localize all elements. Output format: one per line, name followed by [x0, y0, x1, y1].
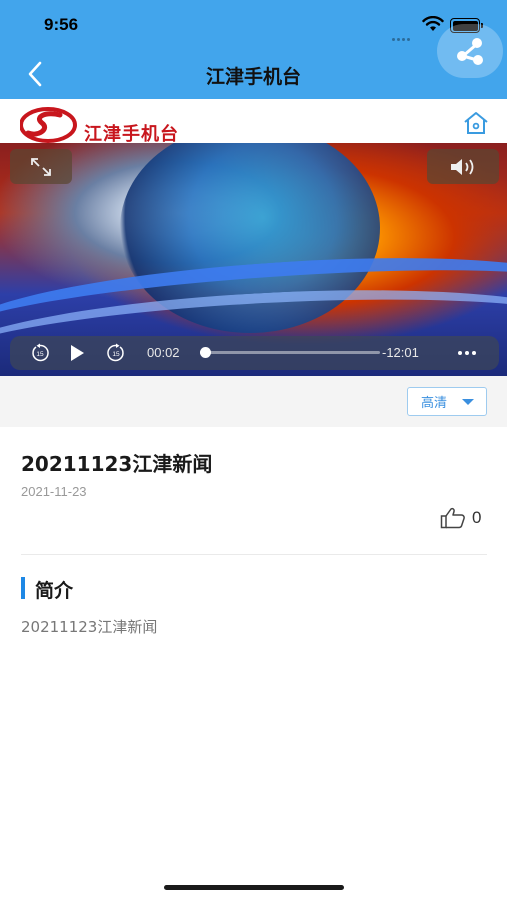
current-time: 00:02	[147, 345, 180, 360]
remaining-time: -12:01	[382, 345, 419, 360]
page-title: 江津手机台	[205, 66, 301, 88]
wifi-icon	[422, 16, 444, 31]
section-accent-bar	[21, 577, 25, 599]
status-time: 9:56	[44, 15, 79, 34]
brand-logo	[20, 107, 77, 143]
rewind-15-icon: 15	[32, 343, 49, 362]
forward-button[interactable]: 15	[104, 336, 128, 370]
play-icon	[71, 345, 84, 361]
volume-button[interactable]	[427, 149, 499, 184]
caret-down-icon	[462, 399, 474, 405]
svg-text:15: 15	[112, 351, 120, 358]
quality-label: 高清	[421, 396, 448, 411]
news-date: 2021-11-23	[21, 484, 87, 499]
like-count: 0	[472, 508, 482, 527]
like-button[interactable]: 0	[440, 506, 490, 530]
svg-text:15: 15	[36, 351, 44, 358]
home-indicator[interactable]	[164, 885, 344, 890]
home-icon	[464, 112, 488, 134]
fullscreen-icon	[31, 157, 51, 176]
news-title: 20211123江津新闻	[21, 452, 213, 476]
progress-bar[interactable]	[200, 347, 380, 358]
share-button[interactable]	[437, 24, 503, 78]
progress-knob[interactable]	[200, 347, 212, 358]
more-icon	[472, 351, 476, 355]
signal-icon	[392, 26, 416, 41]
more-icon	[465, 351, 469, 355]
share-icon	[457, 38, 483, 65]
intro-heading: 简介	[35, 580, 74, 602]
volume-icon	[451, 158, 474, 175]
thumbs-up-icon	[440, 507, 465, 529]
divider	[21, 554, 487, 555]
home-button[interactable]	[462, 110, 492, 138]
more-button[interactable]	[454, 336, 480, 370]
quality-dropdown[interactable]: 高清	[407, 387, 487, 416]
play-button[interactable]	[66, 336, 88, 370]
player-controls: 15 15 00:02 -12:01	[10, 336, 499, 370]
forward-15-icon: 15	[107, 343, 124, 362]
intro-text: 20211123江津新闻	[21, 618, 158, 636]
fullscreen-button[interactable]	[10, 149, 72, 184]
rewind-button[interactable]: 15	[28, 336, 52, 370]
more-icon	[458, 351, 462, 355]
